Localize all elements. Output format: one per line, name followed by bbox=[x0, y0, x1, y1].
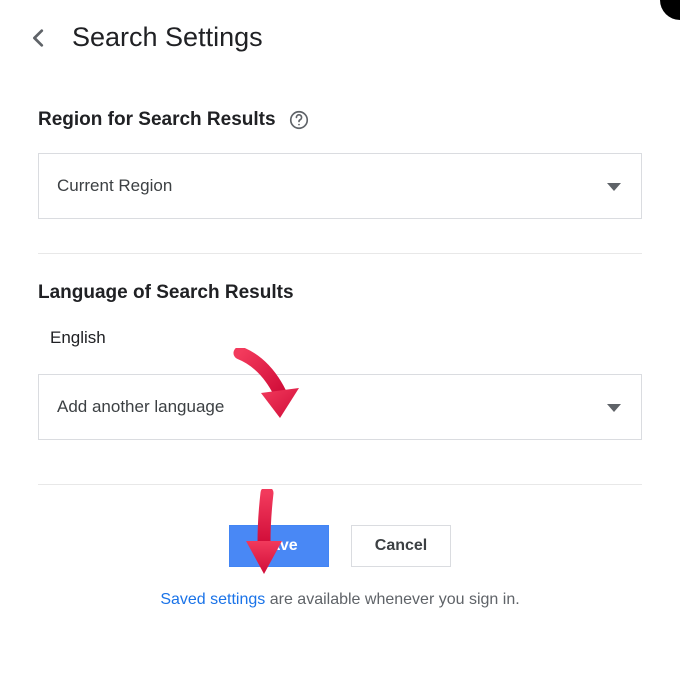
language-current: English bbox=[38, 328, 642, 348]
header-bar: Search Settings bbox=[0, 0, 680, 71]
region-select[interactable]: Current Region bbox=[38, 153, 642, 219]
cancel-button[interactable]: Cancel bbox=[351, 525, 451, 567]
region-select-value: Current Region bbox=[57, 176, 172, 196]
region-heading-row: Region for Search Results bbox=[38, 109, 642, 131]
chevron-down-icon bbox=[607, 397, 621, 417]
page-title: Search Settings bbox=[72, 22, 263, 53]
saved-settings-link[interactable]: Saved settings bbox=[160, 591, 265, 608]
footer-note: Saved settings are available whenever yo… bbox=[0, 591, 680, 609]
divider bbox=[38, 253, 642, 254]
add-language-label: Add another language bbox=[57, 397, 224, 417]
save-button[interactable]: Save bbox=[229, 525, 329, 567]
language-section: Language of Search Results English Add a… bbox=[0, 282, 680, 485]
add-language-select[interactable]: Add another language bbox=[38, 374, 642, 440]
help-icon[interactable] bbox=[288, 109, 310, 131]
language-heading-row: Language of Search Results bbox=[38, 282, 642, 304]
language-heading: Language of Search Results bbox=[38, 282, 294, 304]
region-heading: Region for Search Results bbox=[38, 109, 276, 131]
button-row: Save Cancel bbox=[0, 525, 680, 567]
footer-rest: are available whenever you sign in. bbox=[265, 591, 519, 608]
chevron-down-icon bbox=[607, 176, 621, 196]
region-section: Region for Search Results Current Region bbox=[0, 109, 680, 254]
back-chevron-icon[interactable] bbox=[28, 27, 50, 49]
divider bbox=[38, 484, 642, 485]
